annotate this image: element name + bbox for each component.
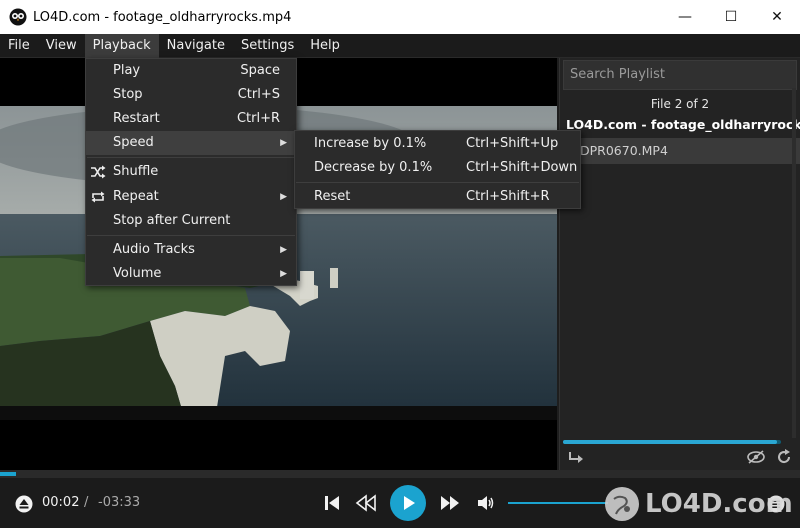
submenu-arrow-icon: ▶ <box>280 192 287 202</box>
repeat-icon <box>90 189 106 205</box>
refresh-icon[interactable] <box>776 449 792 469</box>
menu-item-play[interactable]: Play Space <box>86 59 296 83</box>
menu-item-restart[interactable]: Restart Ctrl+R <box>86 107 296 131</box>
menu-item-reset-speed[interactable]: Reset Ctrl+Shift+R <box>295 185 580 209</box>
menu-item-stop-after-current[interactable]: Stop after Current <box>86 209 296 233</box>
playlist-scrollbar[interactable] <box>792 88 796 438</box>
menu-item-shortcut: Space <box>240 63 280 78</box>
speed-submenu: Increase by 0.1% Ctrl+Shift+Up Decrease … <box>294 130 581 209</box>
menu-item-label: Stop <box>113 87 143 102</box>
menu-item-label: Play <box>113 63 141 78</box>
time-separator: / <box>84 495 89 510</box>
playlist-progress-fill <box>563 440 777 444</box>
menu-item-repeat[interactable]: Repeat ▶ <box>86 185 296 209</box>
submenu-arrow-icon: ▶ <box>280 138 287 148</box>
submenu-arrow-icon: ▶ <box>280 269 287 279</box>
menu-settings[interactable]: Settings <box>233 34 302 58</box>
playlist-panel: Search Playlist File 2 of 2 LO4D.com - f… <box>559 58 800 470</box>
shuffle-icon <box>90 164 106 180</box>
menu-item-decrease-speed[interactable]: Decrease by 0.1% Ctrl+Shift+Down <box>295 156 580 180</box>
playlist-search-input[interactable]: Search Playlist <box>563 60 797 90</box>
title-bar: LO4D.com - footage_oldharryrocks.mp4 — ☐… <box>0 0 800 34</box>
menu-item-label: Audio Tracks <box>113 242 195 257</box>
menu-item-label: Reset <box>314 189 351 204</box>
globe-logo-icon <box>605 487 639 521</box>
submenu-arrow-icon: ▶ <box>280 245 287 255</box>
volume-slider[interactable] <box>508 502 608 504</box>
menu-item-shuffle[interactable]: Shuffle <box>86 160 296 184</box>
menu-item-shortcut: Ctrl+Shift+R <box>466 189 550 204</box>
menu-file[interactable]: File <box>0 34 38 58</box>
menu-help[interactable]: Help <box>302 34 348 58</box>
menu-item-label: Volume <box>113 266 162 281</box>
menu-separator <box>87 157 295 158</box>
rewind-icon[interactable] <box>354 493 378 513</box>
volume-icon[interactable] <box>476 493 496 513</box>
seek-bar[interactable] <box>0 470 800 478</box>
playlist-item[interactable]: DPR0670.MP4 <box>560 138 800 164</box>
playlist-current-file: LO4D.com - footage_oldharryrocks.mp4 <box>566 117 800 132</box>
menu-view[interactable]: View <box>38 34 85 58</box>
close-button[interactable]: ✕ <box>754 0 800 34</box>
minimize-button[interactable]: — <box>662 0 708 34</box>
menu-item-increase-speed[interactable]: Increase by 0.1% Ctrl+Shift+Up <box>295 132 580 156</box>
menu-item-label: Restart <box>113 111 160 126</box>
play-icon <box>404 496 415 510</box>
maximize-button[interactable]: ☐ <box>708 0 754 34</box>
playlist-file-count: File 2 of 2 <box>650 97 710 111</box>
menu-playback[interactable]: Playback <box>84 33 159 58</box>
menu-item-speed[interactable]: Speed ▶ <box>86 131 296 155</box>
menu-item-volume[interactable]: Volume ▶ <box>86 262 296 286</box>
current-time: 00:02 <box>42 495 80 510</box>
remaining-time: -03:33 <box>98 495 141 510</box>
menu-item-label: Shuffle <box>113 164 159 179</box>
menu-item-shortcut: Ctrl+R <box>236 111 280 126</box>
playlist-toolbar <box>560 446 800 470</box>
menu-separator <box>87 235 295 236</box>
menu-item-label: Speed <box>113 135 154 150</box>
watermark-text: LO4D.com <box>645 489 793 519</box>
menu-item-shortcut: Ctrl+Shift+Up <box>466 136 559 151</box>
move-to-playing-icon[interactable] <box>568 450 584 468</box>
menu-item-shortcut: Ctrl+Shift+Down <box>466 160 578 175</box>
seek-bar-fill <box>0 472 16 476</box>
menu-navigate[interactable]: Navigate <box>159 34 233 58</box>
skip-previous-icon[interactable] <box>322 493 342 513</box>
menu-item-label: Stop after Current <box>113 213 231 228</box>
app-owl-icon <box>9 8 27 26</box>
hide-eye-icon[interactable] <box>747 450 765 468</box>
playback-menu: Play Space Stop Ctrl+S Restart Ctrl+R Sp… <box>85 58 297 286</box>
menu-item-stop[interactable]: Stop Ctrl+S <box>86 83 296 107</box>
play-button[interactable] <box>390 485 426 521</box>
fast-forward-icon[interactable] <box>438 493 462 513</box>
menu-bar: File View Playback Navigate Settings Hel… <box>0 33 800 58</box>
menu-separator <box>296 182 579 183</box>
eject-icon[interactable] <box>14 494 34 514</box>
menu-item-label: Decrease by 0.1% <box>314 160 433 175</box>
menu-item-audio-tracks[interactable]: Audio Tracks ▶ <box>86 238 296 262</box>
menu-item-label: Increase by 0.1% <box>314 136 427 151</box>
window-title: LO4D.com - footage_oldharryrocks.mp4 <box>33 9 292 25</box>
lo4d-watermark: LO4D.com <box>605 484 793 524</box>
menu-item-label: Repeat <box>113 189 159 204</box>
menu-item-shortcut: Ctrl+S <box>237 87 280 102</box>
playlist-progress-bar <box>563 440 781 444</box>
